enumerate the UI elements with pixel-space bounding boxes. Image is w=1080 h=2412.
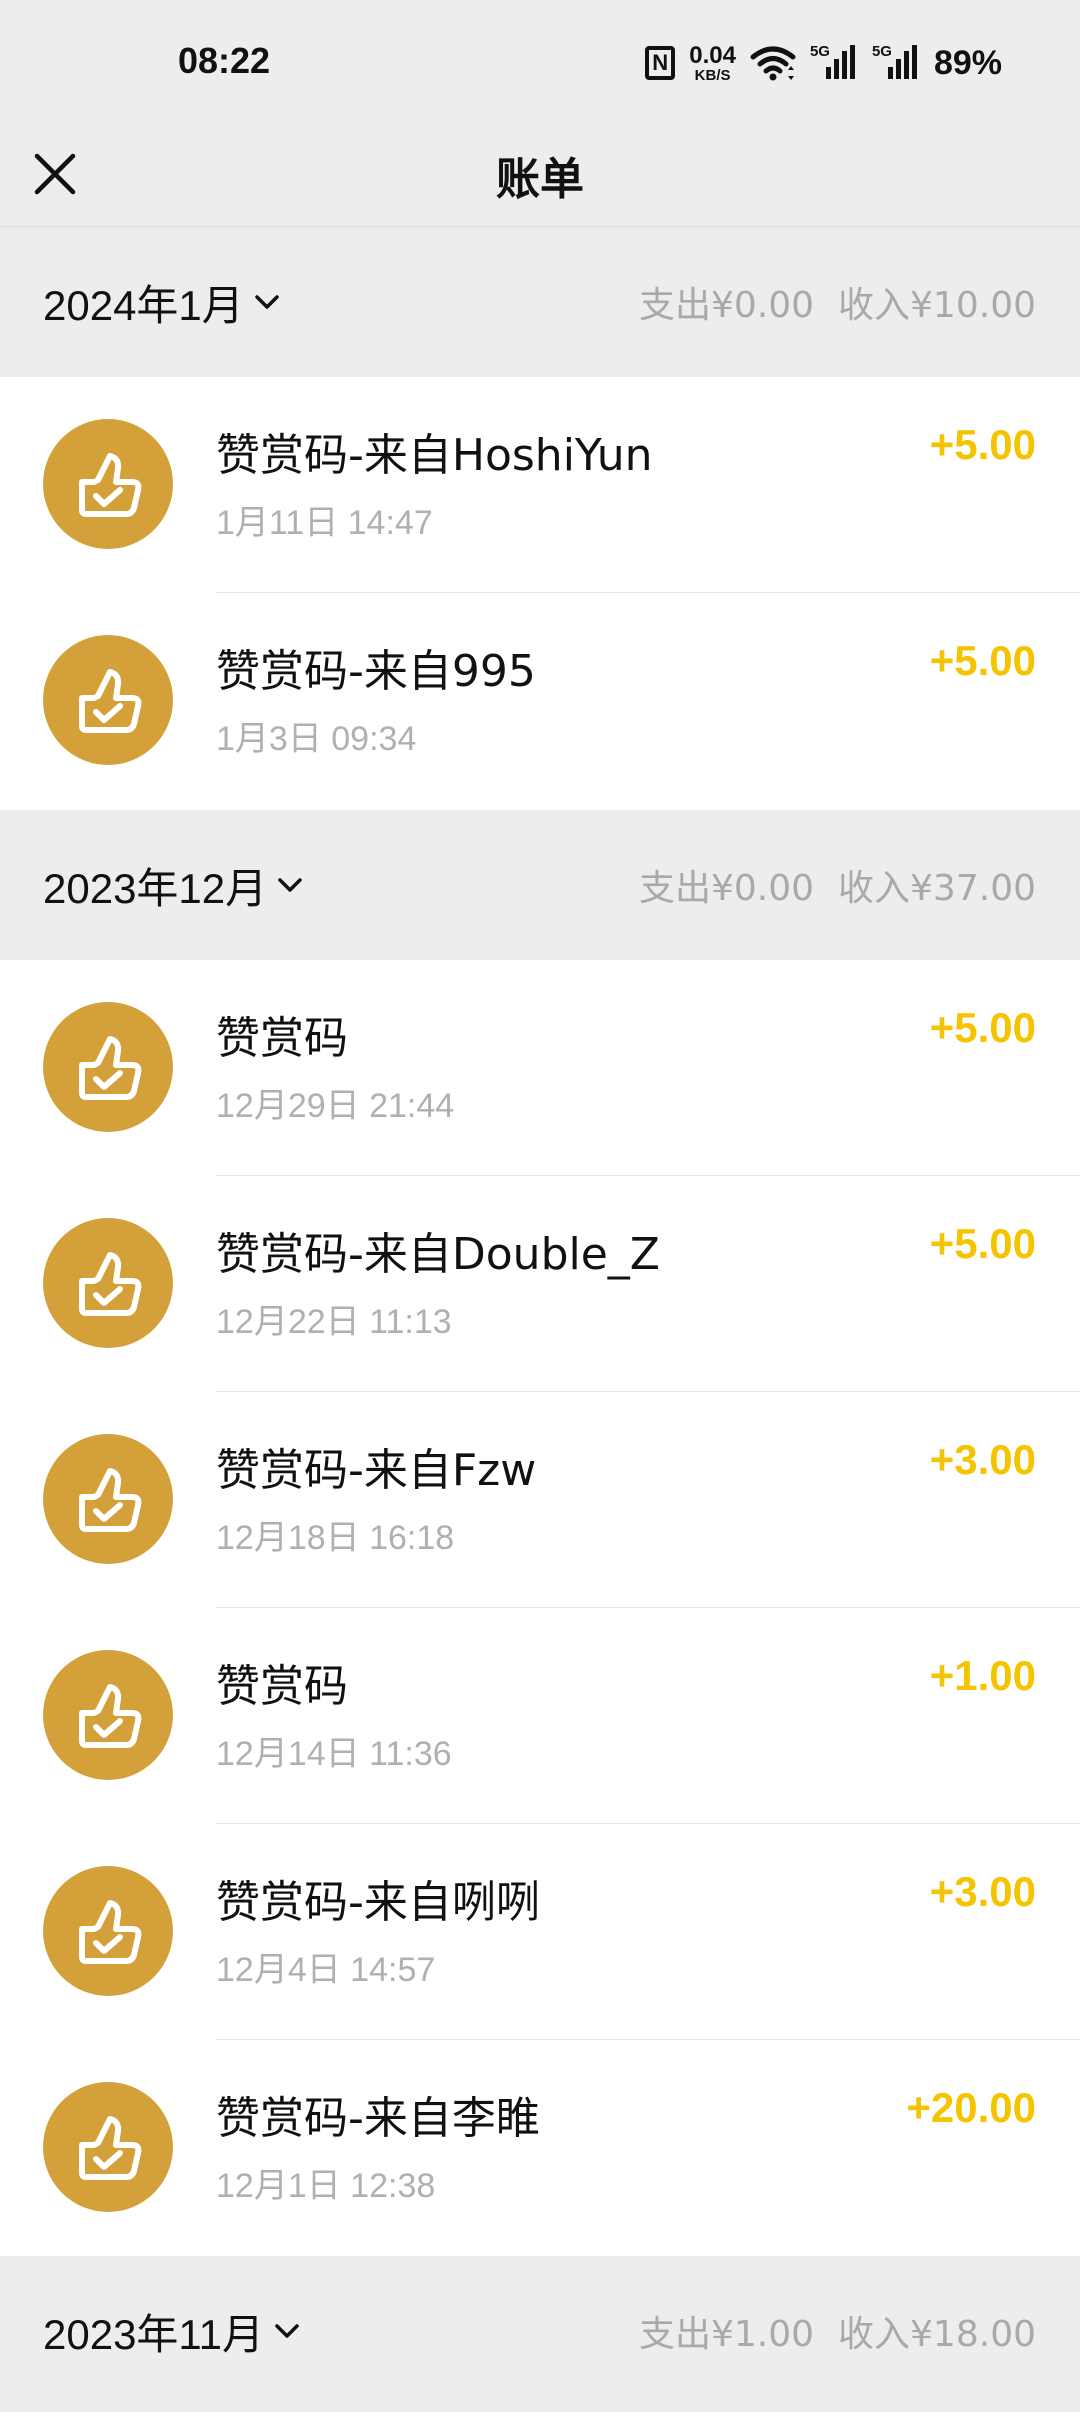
transaction-amount: +5.00 — [929, 421, 1036, 468]
transaction-amount: +3.00 — [929, 1868, 1036, 1915]
thumbs-up-icon — [43, 419, 173, 549]
transaction-amount: +5.00 — [929, 1220, 1036, 1267]
nfc-icon: N — [645, 46, 676, 80]
transaction-amount: +3.00 — [929, 1436, 1036, 1483]
network-speed-unit: KB/S — [694, 66, 731, 84]
transaction-time: 1月11日 14:47 — [216, 504, 433, 542]
battery-level: 89% — [933, 43, 1002, 82]
nav-bar: 账单 — [0, 123, 1080, 227]
wifi-icon — [750, 43, 796, 83]
chevron-down-icon — [275, 2324, 299, 2338]
month-expense: 支出¥0.00 — [638, 868, 815, 909]
month-selector[interactable]: 2023年12月 — [43, 810, 305, 960]
transaction-title: 赞赏码-来自HoshiYun — [216, 430, 653, 481]
transaction-title: 赞赏码-来自Fzw — [216, 1445, 537, 1496]
transaction-time: 1月3日 09:34 — [216, 720, 417, 758]
month-section-header: 2023年11月 支出¥1.00 收入¥18.00 — [0, 2256, 1080, 2412]
month-selector[interactable]: 2024年1月 — [43, 227, 282, 377]
month-selector[interactable]: 2023年11月 — [43, 2256, 302, 2406]
month-summary: 支出¥0.00 收入¥37.00 — [639, 810, 1036, 960]
month-section-header: 2024年1月 支出¥0.00 收入¥10.00 — [0, 227, 1080, 377]
transaction-row[interactable]: 赞赏码 12月29日 21:44 +5.00 — [0, 960, 1080, 1176]
transaction-row[interactable]: 赞赏码-来自李睢 12月1日 12:38 +20.00 — [0, 2040, 1080, 2256]
status-icons: N 0.04 KB/S 5G 5G 89% — [645, 38, 1002, 88]
thumbs-up-icon — [43, 2082, 173, 2212]
thumbs-up-icon — [43, 1002, 173, 1132]
transaction-title: 赞赏码-来自Double_Z — [216, 1229, 660, 1280]
thumbs-up-icon — [43, 635, 173, 765]
transaction-amount: +5.00 — [929, 637, 1036, 684]
transaction-title: 赞赏码 — [216, 1013, 348, 1064]
month-expense: 支出¥1.00 — [638, 2314, 815, 2355]
transaction-row[interactable]: 赞赏码-来自Double_Z 12月22日 11:13 +5.00 — [0, 1176, 1080, 1392]
transaction-row[interactable]: 赞赏码-来自Fzw 12月18日 16:18 +3.00 — [0, 1392, 1080, 1608]
transaction-time: 12月1日 12:38 — [216, 2167, 436, 2205]
month-label: 2024年1月 — [43, 281, 244, 329]
network-speed: 0.04 KB/S — [689, 41, 736, 84]
transaction-time: 12月14日 11:36 — [216, 1735, 452, 1773]
transaction-time: 12月4日 14:57 — [216, 1951, 436, 1989]
chevron-down-icon — [255, 295, 279, 309]
month-income: 收入¥18.00 — [838, 2314, 1036, 2355]
transaction-time: 12月29日 21:44 — [216, 1087, 455, 1125]
month-summary: 支出¥1.00 收入¥18.00 — [639, 2256, 1036, 2406]
status-bar: 08:22 N 0.04 KB/S 5G 5G 89% — [0, 0, 1080, 123]
network-speed-value: 0.04 — [689, 41, 736, 69]
transaction-row[interactable]: 赞赏码-来自HoshiYun 1月11日 14:47 +5.00 — [0, 377, 1080, 593]
month-summary: 支出¥0.00 收入¥10.00 — [639, 227, 1036, 377]
chevron-down-icon — [278, 878, 302, 892]
transaction-row[interactable]: 赞赏码-来自咧咧 12月4日 14:57 +3.00 — [0, 1824, 1080, 2040]
thumbs-up-icon — [43, 1866, 173, 1996]
month-income: 收入¥10.00 — [838, 285, 1036, 326]
month-expense: 支出¥0.00 — [638, 285, 815, 326]
cellular-signal-icon: 5G — [872, 43, 920, 83]
page-title: 账单 — [496, 154, 584, 205]
thumbs-up-icon — [43, 1218, 173, 1348]
transaction-row[interactable]: 赞赏码 12月14日 11:36 +1.00 — [0, 1608, 1080, 1824]
thumbs-up-icon — [43, 1650, 173, 1780]
month-section-header: 2023年12月 支出¥0.00 收入¥37.00 — [0, 810, 1080, 960]
transaction-time: 12月22日 11:13 — [216, 1303, 452, 1341]
transaction-title: 赞赏码 — [216, 1661, 348, 1712]
transaction-amount: +5.00 — [929, 1004, 1036, 1051]
transaction-row[interactable]: 赞赏码-来自995 1月3日 09:34 +5.00 — [0, 593, 1080, 809]
transaction-time: 12月18日 16:18 — [216, 1519, 455, 1557]
month-label: 2023年12月 — [43, 864, 268, 912]
transaction-amount: +20.00 — [906, 2084, 1036, 2131]
month-label: 2023年11月 — [43, 2310, 265, 2358]
cellular-signal-icon: 5G — [810, 43, 858, 83]
transaction-title: 赞赏码-来自李睢 — [216, 2093, 540, 2144]
thumbs-up-icon — [43, 1434, 173, 1564]
transaction-title: 赞赏码-来自咧咧 — [216, 1877, 540, 1928]
status-time: 08:22 — [178, 40, 271, 81]
month-income: 收入¥37.00 — [838, 868, 1036, 909]
transaction-title: 赞赏码-来自995 — [216, 646, 536, 697]
transaction-amount: +1.00 — [929, 1652, 1036, 1699]
